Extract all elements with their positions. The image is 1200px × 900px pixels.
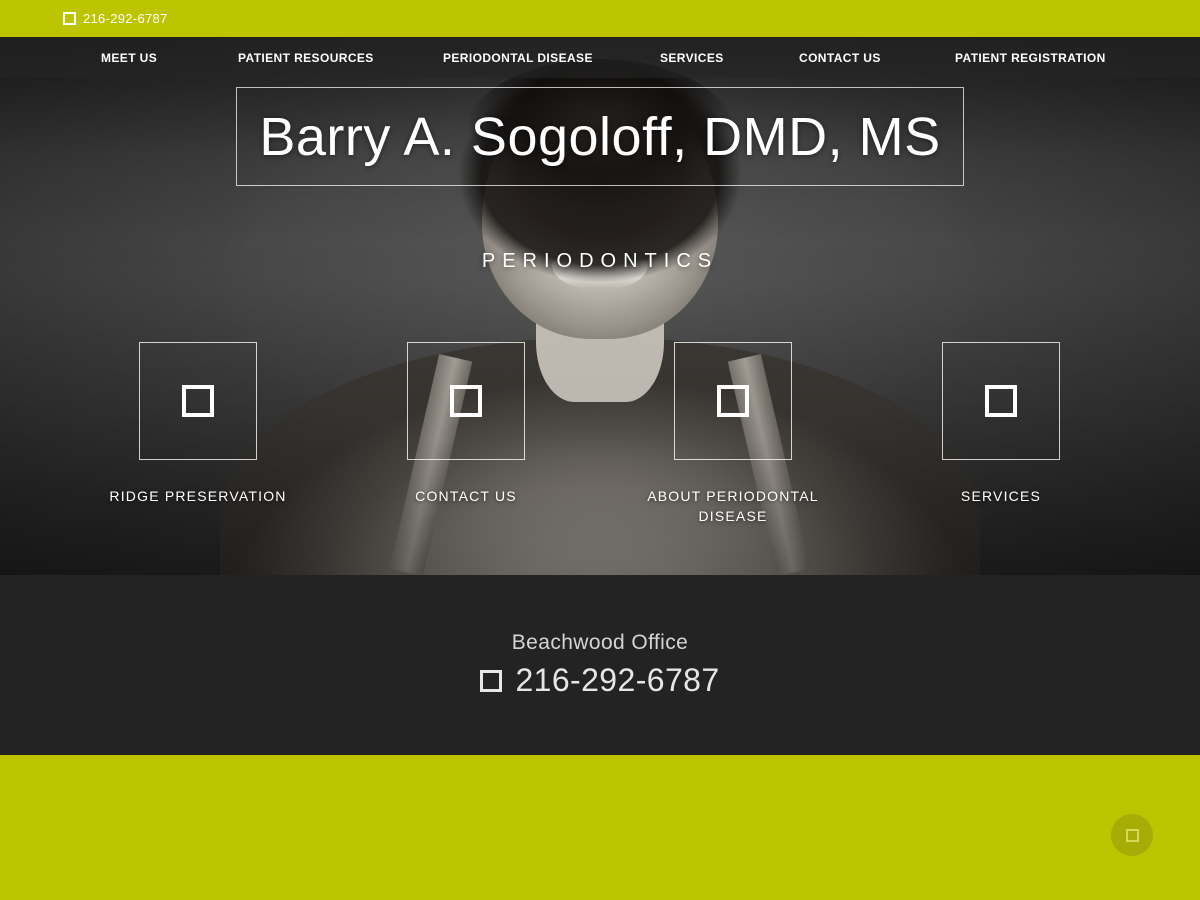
floating-action-button[interactable] [1111, 814, 1153, 856]
nav-item-contact-us[interactable]: CONTACT US [799, 37, 881, 78]
top-utility-bar: 216-292-6787 [0, 0, 1200, 37]
bottom-accent-band [0, 755, 1200, 900]
office-name: Beachwood Office [511, 631, 689, 654]
nav-item-patient-resources[interactable]: PATIENT RESOURCES [238, 37, 374, 78]
nav-item-meet-us[interactable]: MEET US [101, 37, 157, 78]
tile-box[interactable] [942, 342, 1060, 460]
tile-label[interactable]: CONTACT US [356, 486, 576, 506]
nav-item-periodontal-disease[interactable]: PERIODONTAL DISEASE [443, 37, 593, 78]
hero-section: MEET US PATIENT RESOURCES PERIODONTAL DI… [0, 37, 1200, 575]
square-placeholder-icon [985, 385, 1017, 417]
tile-contact-us[interactable]: CONTACT US [356, 342, 576, 506]
tile-box[interactable] [139, 342, 257, 460]
office-phone-number: 216-292-6787 [515, 662, 720, 698]
tile-about-periodontal-disease[interactable]: ABOUT PERIODONTAL DISEASE [623, 342, 843, 526]
office-phone-link[interactable]: 216-292-6787 [480, 662, 719, 699]
tile-label[interactable]: SERVICES [891, 486, 1111, 506]
topbar-phone-link[interactable]: 216-292-6787 [63, 11, 168, 26]
page-root: 216-292-6787 MEET US PATIENT RESOURCES P… [0, 0, 1200, 900]
hero-subtitle: PERIODONTICS [481, 250, 719, 272]
contact-band: Beachwood Office 216-292-6787 [0, 575, 1200, 755]
topbar-phone-number: 216-292-6787 [83, 11, 168, 26]
square-placeholder-icon [717, 385, 749, 417]
square-placeholder-icon [1125, 828, 1139, 842]
phone-icon [480, 669, 503, 692]
quick-link-tiles: RIDGE PRESERVATION CONTACT US ABOUT PERI… [0, 342, 1200, 542]
tile-ridge-preservation[interactable]: RIDGE PRESERVATION [88, 342, 308, 506]
tile-box[interactable] [407, 342, 525, 460]
nav-list: MEET US PATIENT RESOURCES PERIODONTAL DI… [0, 37, 1200, 78]
main-navigation: MEET US PATIENT RESOURCES PERIODONTAL DI… [0, 37, 1200, 78]
page-title: Barry A. Sogoloff, DMD, MS [259, 106, 941, 167]
tile-services[interactable]: SERVICES [891, 342, 1111, 506]
tile-label[interactable]: ABOUT PERIODONTAL DISEASE [623, 486, 843, 526]
tile-box[interactable] [674, 342, 792, 460]
nav-item-patient-registration[interactable]: PATIENT REGISTRATION [955, 37, 1106, 78]
hero-title-frame: Barry A. Sogoloff, DMD, MS [236, 87, 964, 186]
square-placeholder-icon [450, 385, 482, 417]
tile-label[interactable]: RIDGE PRESERVATION [88, 486, 308, 506]
nav-item-services[interactable]: SERVICES [660, 37, 724, 78]
square-placeholder-icon [182, 385, 214, 417]
phone-icon [63, 12, 76, 25]
